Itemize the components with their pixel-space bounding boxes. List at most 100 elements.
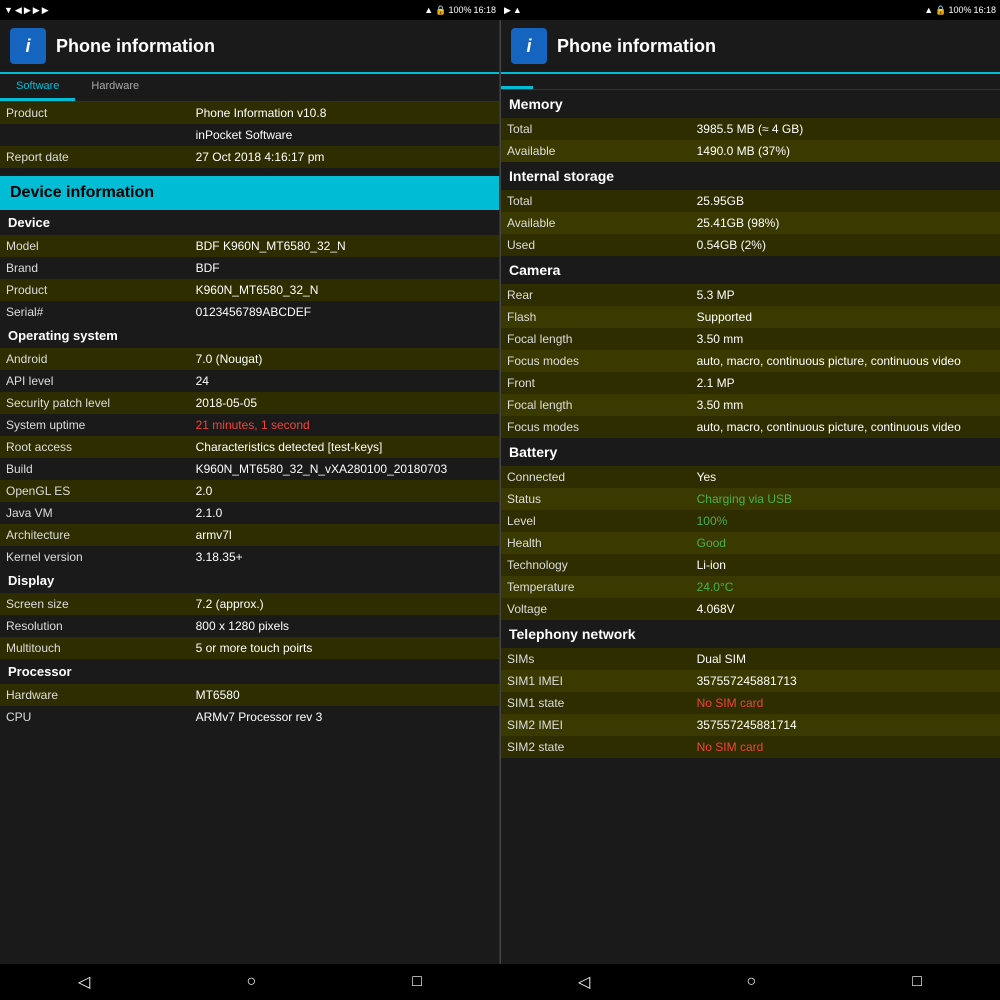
- row-key: Brand: [0, 257, 190, 279]
- row-key: SIMs: [501, 648, 691, 670]
- table-row: SIM2 state No SIM card: [501, 736, 1000, 758]
- app-icon-letter: i: [25, 36, 30, 57]
- device-info-banner: Device information: [0, 176, 499, 210]
- row-key: Status: [501, 488, 691, 510]
- table-row: Status Charging via USB: [501, 488, 1000, 510]
- row-value: BDF: [190, 257, 499, 279]
- row-key: Available: [501, 140, 691, 162]
- right-tab-2[interactable]: [533, 74, 565, 89]
- row-key: Model: [0, 235, 190, 257]
- right-app-header: i Phone information: [501, 20, 1000, 74]
- storage-section-header: Internal storage: [501, 162, 1000, 190]
- row-key: Total: [501, 190, 691, 212]
- table-row: Focus modes auto, macro, continuous pict…: [501, 350, 1000, 372]
- right-recent-button[interactable]: □: [912, 973, 922, 991]
- table-row: SIM1 IMEI 357557245881713: [501, 670, 1000, 692]
- display-table: Screen size 7.2 (approx.) Resolution 800…: [0, 593, 499, 659]
- row-key: Level: [501, 510, 691, 532]
- right-home-button[interactable]: ○: [746, 973, 756, 991]
- row-value: 2.0: [190, 480, 499, 502]
- right-app-title: Phone information: [557, 36, 716, 57]
- row-value: 5 or more touch poirts: [190, 637, 499, 659]
- row-key: CPU: [0, 706, 190, 728]
- right-notification-icons: ▶ ▲: [504, 5, 522, 16]
- telephony-table: SIMs Dual SIM SIM1 IMEI 357557245881713 …: [501, 648, 1000, 758]
- table-row: Screen size 7.2 (approx.): [0, 593, 499, 615]
- row-value: 3.50 mm: [691, 328, 1000, 350]
- left-app-icon: i: [10, 28, 46, 64]
- right-app-icon: i: [511, 28, 547, 64]
- table-row: SIM2 IMEI 357557245881714: [501, 714, 1000, 736]
- row-key: Product: [0, 102, 190, 124]
- row-key: Report date: [0, 146, 190, 168]
- left-recent-button[interactable]: □: [412, 973, 422, 991]
- tab-hardware[interactable]: Hardware: [75, 74, 155, 101]
- tab-software[interactable]: Software: [0, 74, 75, 101]
- row-key: Voltage: [501, 598, 691, 620]
- row-key: Build: [0, 458, 190, 480]
- table-row: API level 24: [0, 370, 499, 392]
- row-value: Supported: [691, 306, 1000, 328]
- table-row: System uptime 21 minutes, 1 second: [0, 414, 499, 436]
- row-key: Kernel version: [0, 546, 190, 568]
- right-back-button[interactable]: ◁: [578, 972, 590, 992]
- row-key: Technology: [501, 554, 691, 576]
- nav-bar: ◁ ○ □ ◁ ○ □: [0, 964, 1000, 1000]
- row-value: Charging via USB: [691, 488, 1000, 510]
- row-key: SIM1 IMEI: [501, 670, 691, 692]
- table-row: Resolution 800 x 1280 pixels: [0, 615, 499, 637]
- row-value: K960N_MT6580_32_N: [190, 279, 499, 301]
- table-row: Model BDF K960N_MT6580_32_N: [0, 235, 499, 257]
- table-row: Flash Supported: [501, 306, 1000, 328]
- right-signal-icon: ▲: [924, 5, 933, 15]
- row-key: API level: [0, 370, 190, 392]
- left-home-button[interactable]: ○: [246, 973, 256, 991]
- row-key: Architecture: [0, 524, 190, 546]
- row-value: Good: [691, 532, 1000, 554]
- left-app-header: i Phone information: [0, 20, 499, 74]
- table-row: Focal length 3.50 mm: [501, 394, 1000, 416]
- row-value: 5.3 MP: [691, 284, 1000, 306]
- right-app-icon-letter: i: [526, 36, 531, 57]
- right-tab-active[interactable]: [501, 74, 533, 89]
- row-key: Temperature: [501, 576, 691, 598]
- row-key: Used: [501, 234, 691, 256]
- left-back-button[interactable]: ◁: [78, 972, 90, 992]
- row-value: Phone Information v10.8: [190, 102, 499, 124]
- row-key: Security patch level: [0, 392, 190, 414]
- left-panel: i Phone information Software Hardware Pr…: [0, 20, 500, 964]
- table-row: Product K960N_MT6580_32_N: [0, 279, 499, 301]
- row-value: 0123456789ABCDEF: [190, 301, 499, 323]
- row-key: SIM2 state: [501, 736, 691, 758]
- status-bar-right: ▶ ▲ ▲ 🔒 100% 16:18: [500, 0, 1000, 20]
- table-row: Serial# 0123456789ABCDEF: [0, 301, 499, 323]
- left-battery-text: 100%: [448, 5, 471, 15]
- right-wifi-icon: 🔒: [935, 5, 946, 16]
- table-row: SIMs Dual SIM: [501, 648, 1000, 670]
- row-key: Resolution: [0, 615, 190, 637]
- device-subsection-header: Device: [0, 210, 499, 235]
- row-value: 357557245881714: [691, 714, 1000, 736]
- row-key: Front: [501, 372, 691, 394]
- table-row: Used 0.54GB (2%): [501, 234, 1000, 256]
- table-row: Hardware MT6580: [0, 684, 499, 706]
- right-nav-bar: ◁ ○ □: [500, 964, 1000, 1000]
- left-signal-icon: ▲: [424, 5, 433, 15]
- battery-section-header: Battery: [501, 438, 1000, 466]
- row-value: auto, macro, continuous picture, continu…: [691, 416, 1000, 438]
- row-value: 3985.5 MB (≈ 4 GB): [691, 118, 1000, 140]
- row-value: 2018-05-05: [190, 392, 499, 414]
- left-nav-bar: ◁ ○ □: [0, 964, 500, 1000]
- row-key: SIM1 state: [501, 692, 691, 714]
- table-row: Available 1490.0 MB (37%): [501, 140, 1000, 162]
- row-key: Health: [501, 532, 691, 554]
- table-row: Root access Characteristics detected [te…: [0, 436, 499, 458]
- row-key: OpenGL ES: [0, 480, 190, 502]
- table-row: Security patch level 2018-05-05: [0, 392, 499, 414]
- display-subsection-header: Display: [0, 568, 499, 593]
- row-value: inPocket Software: [190, 124, 499, 146]
- row-key: Focal length: [501, 394, 691, 416]
- row-key: Android: [0, 348, 190, 370]
- row-key: Serial#: [0, 301, 190, 323]
- left-app-title: Phone information: [56, 36, 215, 57]
